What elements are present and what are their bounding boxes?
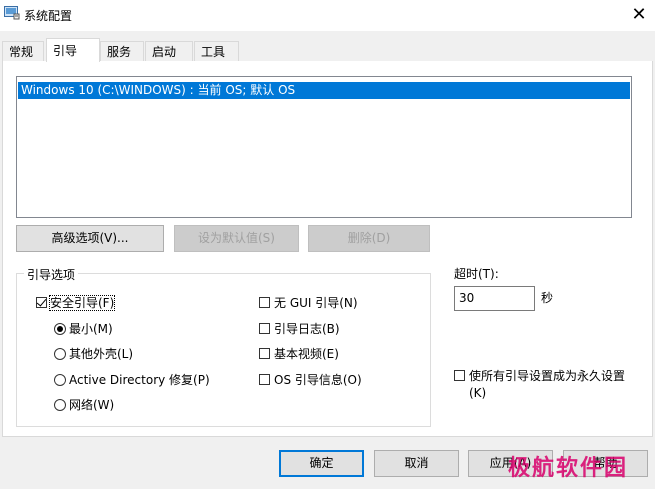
active-directory-label[interactable]: Active Directory 修复(P) bbox=[69, 373, 210, 387]
os-list-item-selected[interactable]: Windows 10 (C:\WINDOWS) : 当前 OS; 默认 OS bbox=[18, 82, 630, 99]
ok-button[interactable]: 确定 bbox=[279, 450, 364, 477]
safe-boot-checkbox[interactable] bbox=[36, 297, 47, 308]
os-boot-info-label[interactable]: OS 引导信息(O) bbox=[274, 373, 362, 387]
minimal-label[interactable]: 最小(M) bbox=[69, 322, 113, 336]
minimal-radio[interactable] bbox=[54, 323, 66, 335]
cancel-button[interactable]: 取消 bbox=[374, 450, 459, 477]
watermark-text: 极航软件园 bbox=[508, 456, 629, 481]
boot-log-label[interactable]: 引导日志(B) bbox=[274, 322, 340, 336]
tab-services[interactable]: 服务 bbox=[100, 41, 144, 61]
window-title: 系统配置 bbox=[24, 9, 73, 23]
timeout-unit: 秒 bbox=[541, 291, 554, 305]
network-label[interactable]: 网络(W) bbox=[69, 398, 114, 412]
title-bar bbox=[0, 0, 655, 31]
timeout-input[interactable]: 30 bbox=[454, 286, 535, 311]
close-button[interactable]: ✕ bbox=[627, 4, 651, 26]
network-radio[interactable] bbox=[54, 399, 66, 411]
alternate-shell-label[interactable]: 其他外壳(L) bbox=[69, 347, 133, 361]
active-directory-radio[interactable] bbox=[54, 374, 66, 386]
make-permanent-label[interactable]: 使所有引导设置成为永久设置 bbox=[469, 369, 625, 383]
advanced-options-button[interactable]: 高级选项(V)... bbox=[16, 225, 164, 252]
no-gui-boot-checkbox[interactable] bbox=[259, 297, 270, 308]
alternate-shell-radio[interactable] bbox=[54, 348, 66, 360]
delete-button[interactable]: 删除(D) bbox=[308, 225, 430, 252]
os-boot-info-checkbox[interactable] bbox=[259, 374, 270, 385]
no-gui-boot-label[interactable]: 无 GUI 引导(N) bbox=[274, 296, 358, 310]
make-permanent-label-hotkey[interactable]: (K) bbox=[469, 386, 486, 400]
boot-log-checkbox[interactable] bbox=[259, 323, 270, 334]
timeout-label: 超时(T): bbox=[454, 267, 499, 281]
tab-boot[interactable]: 引导 bbox=[46, 38, 100, 62]
tab-tools[interactable]: 工具 bbox=[194, 41, 239, 61]
system-config-icon bbox=[4, 6, 20, 20]
make-permanent-checkbox[interactable] bbox=[454, 370, 465, 381]
base-video-label[interactable]: 基本视频(E) bbox=[274, 347, 339, 361]
set-default-button[interactable]: 设为默认值(S) bbox=[174, 225, 299, 252]
safe-boot-label[interactable]: 安全引导(F) bbox=[48, 295, 116, 311]
tab-startup[interactable]: 启动 bbox=[145, 41, 193, 61]
boot-options-label: 引导选项 bbox=[24, 266, 79, 283]
tab-general[interactable]: 常规 bbox=[2, 41, 44, 61]
base-video-checkbox[interactable] bbox=[259, 348, 270, 359]
